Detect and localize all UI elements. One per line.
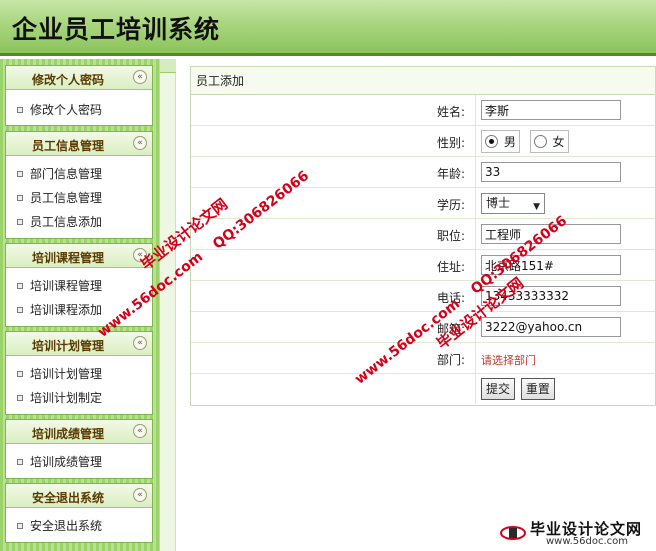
column-divider	[475, 250, 476, 280]
gender-male-label: 男	[503, 135, 516, 149]
sidebar-item-dept-manage[interactable]: 部门信息管理	[6, 162, 152, 186]
site-logo: 毕业设计论文网 www.56doc.com	[496, 516, 656, 551]
panel-password: 修改个人密码 « 修改个人密码	[5, 65, 153, 126]
education-label: 学历:	[436, 198, 465, 212]
panel-title: 培训计划管理	[31, 339, 104, 353]
app-title: 企业员工培训系统	[12, 15, 221, 44]
department-label: 部门:	[436, 353, 465, 367]
form-row-actions: 提交 重置	[191, 374, 655, 405]
sidebar-item-plan-manage[interactable]: 培训计划管理	[6, 362, 152, 386]
panel-logout: 安全退出系统 « 安全退出系统	[5, 483, 153, 543]
form-row-position: 职位:	[191, 219, 655, 250]
column-divider	[475, 157, 476, 187]
panel-plan: 培训计划管理 « 培训计划管理 培训计划制定	[5, 331, 153, 415]
panel-header[interactable]: 培训成绩管理 «	[6, 420, 152, 444]
column-divider	[475, 219, 476, 249]
address-label: 住址:	[436, 260, 465, 274]
radio-female[interactable]	[533, 135, 547, 148]
bullet-icon	[17, 395, 23, 401]
panel-header[interactable]: 安全退出系统 «	[6, 484, 152, 508]
logo-mark-icon	[500, 526, 526, 540]
column-divider	[475, 343, 476, 373]
logo-url: www.56doc.com	[546, 536, 629, 547]
reset-button[interactable]: 重置	[520, 378, 555, 400]
sidebar-item-change-password[interactable]: 修改个人密码	[6, 98, 152, 122]
column-divider	[475, 95, 476, 125]
age-input[interactable]	[481, 162, 621, 182]
gender-male-option[interactable]: 男	[481, 130, 520, 153]
sidebar-item-score-manage[interactable]: 培训成绩管理	[6, 450, 152, 474]
bullet-icon	[17, 283, 23, 289]
bullet-icon	[17, 459, 23, 465]
app-header: 企业员工培训系统	[0, 0, 656, 56]
bullet-icon	[17, 307, 23, 313]
panel-employee: 员工信息管理 « 部门信息管理 员工信息管理 员工信息添加	[5, 131, 153, 239]
form-row-department: 部门: 请选择部门	[191, 343, 655, 374]
panel-title: 安全退出系统	[31, 491, 104, 505]
sidebar-item-logout[interactable]: 安全退出系统	[6, 514, 152, 538]
form-row-gender: 性别: 男 女	[191, 126, 655, 157]
email-input[interactable]	[481, 317, 621, 337]
age-label: 年龄:	[436, 167, 465, 181]
sidebar-item-employee-add[interactable]: 员工信息添加	[6, 210, 152, 234]
column-divider	[475, 188, 476, 218]
panel-score: 培训成绩管理 « 培训成绩管理	[5, 419, 153, 479]
name-label: 姓名:	[436, 105, 465, 119]
panel-header[interactable]: 培训计划管理 «	[6, 332, 152, 356]
education-select[interactable]: 博士 ▼	[481, 193, 545, 214]
panel-title: 修改个人密码	[31, 73, 104, 87]
sidebar-item-employee-manage[interactable]: 员工信息管理	[6, 186, 152, 210]
form-row-phone: 电话:	[191, 281, 655, 312]
panel-header[interactable]: 修改个人密码 «	[6, 66, 152, 90]
collapse-icon[interactable]: «	[133, 70, 147, 84]
column-divider	[475, 126, 476, 156]
form-heading: 员工添加	[191, 67, 655, 95]
panel-title: 培训课程管理	[31, 251, 104, 265]
dropdown-arrow-icon: ▼	[533, 202, 540, 212]
panel-header[interactable]: 员工信息管理 «	[6, 132, 152, 156]
frame-corner	[160, 59, 176, 73]
bullet-icon	[17, 523, 23, 529]
radio-male[interactable]	[485, 135, 498, 148]
gender-label: 性别:	[436, 136, 465, 150]
form-row-age: 年龄:	[191, 157, 655, 188]
employee-add-form: 员工添加 姓名: 性别: 男 女 年龄: 学历: 博士 ▼	[190, 66, 656, 406]
collapse-icon[interactable]: «	[133, 488, 147, 502]
panel-title: 员工信息管理	[31, 139, 104, 153]
collapse-icon[interactable]: «	[133, 136, 147, 150]
sidebar-item-plan-create[interactable]: 培训计划制定	[6, 386, 152, 410]
panel-title: 培训成绩管理	[31, 427, 104, 441]
form-row-name: 姓名:	[191, 95, 655, 126]
bullet-icon	[17, 219, 23, 225]
position-label: 职位:	[436, 229, 465, 243]
panel-header[interactable]: 培训课程管理 «	[6, 244, 152, 268]
bullet-icon	[17, 371, 23, 377]
frame-divider	[160, 59, 176, 551]
collapse-icon[interactable]: «	[133, 424, 147, 438]
bullet-icon	[17, 171, 23, 177]
bullet-icon	[17, 107, 23, 113]
gender-female-label: 女	[552, 135, 565, 149]
form-row-address: 住址:	[191, 250, 655, 281]
gender-female-option[interactable]: 女	[529, 130, 569, 153]
collapse-icon[interactable]: «	[133, 336, 147, 350]
name-input[interactable]	[481, 100, 621, 120]
submit-button[interactable]: 提交	[481, 378, 516, 400]
sidebar-item-course-manage[interactable]: 培训课程管理	[6, 274, 152, 298]
bullet-icon	[17, 195, 23, 201]
department-select-link[interactable]: 请选择部门	[481, 352, 536, 368]
education-selected: 博士	[486, 196, 511, 210]
column-divider	[475, 374, 476, 404]
